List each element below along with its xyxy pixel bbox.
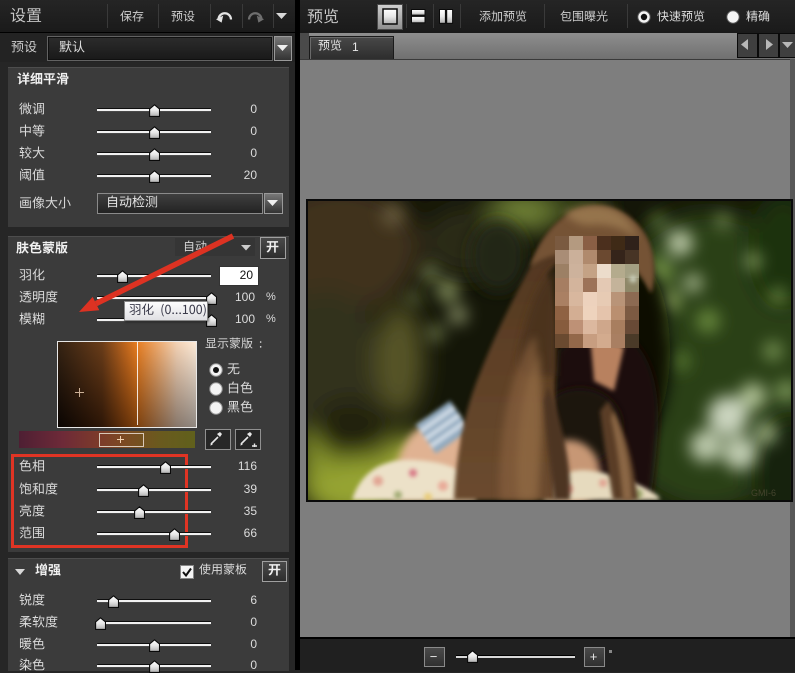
svg-text:GMI-6: GMI-6 xyxy=(751,488,776,498)
